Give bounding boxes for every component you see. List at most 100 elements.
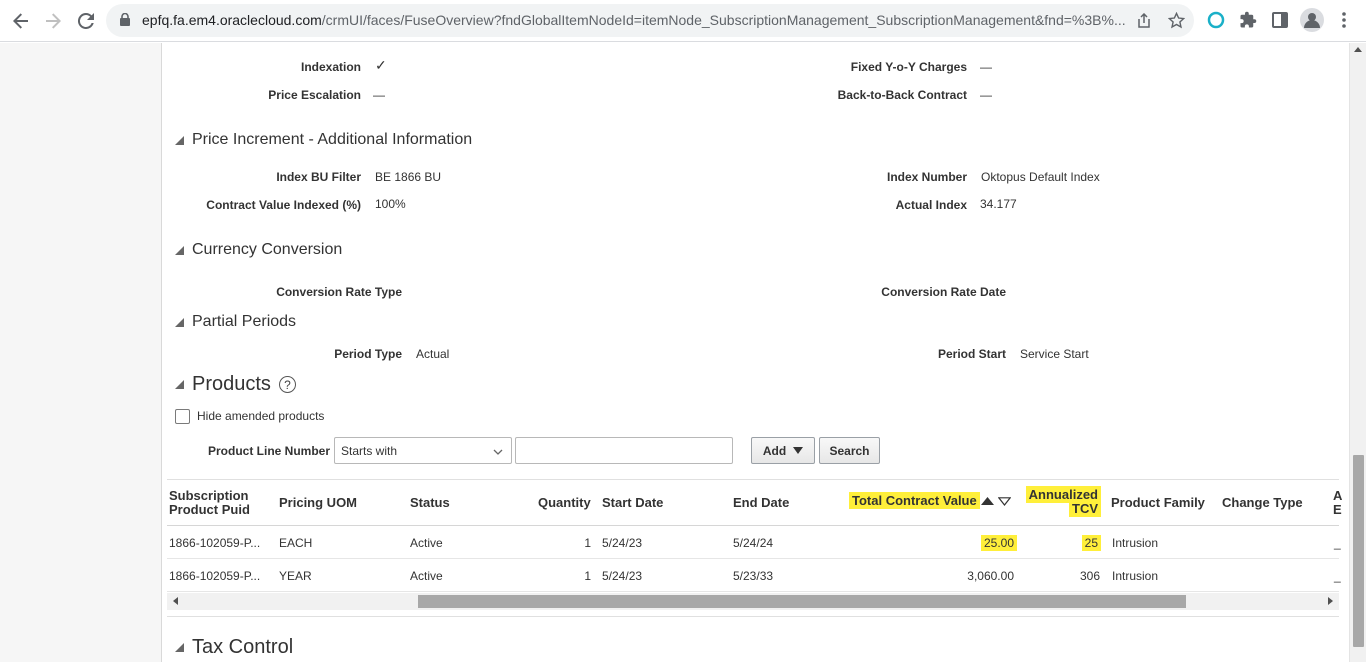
chevron-down-icon [493, 449, 503, 455]
hide-amended-checkbox[interactable] [175, 409, 190, 424]
tax-control-section-header[interactable]: Tax Control [175, 636, 293, 659]
url-path: /crmUI/faces/FuseOverview?fndGlobalItemN… [321, 12, 1126, 28]
cell-tcv-value: 25.00 [980, 535, 1017, 551]
fixed-yoy-value: — [980, 60, 992, 74]
col-change-type[interactable]: Change Type [1222, 496, 1303, 510]
extensions-puzzle-icon[interactable] [1239, 11, 1257, 29]
help-icon[interactable]: ? [278, 376, 296, 393]
collapse-triangle-icon [175, 643, 184, 652]
table-row[interactable]: 1866-102059-P... YEAR Active 1 5/24/23 5… [167, 559, 1341, 592]
address-bar[interactable]: epfq.fa.em4.oraclecloud.com/crmUI/faces/… [106, 4, 1194, 37]
cell-status: Active [410, 536, 443, 550]
cell-annualized-value: 25 [1081, 535, 1101, 551]
conversion-rate-date-label: Conversion Rate Date [881, 285, 1006, 299]
period-type-value: Actual [416, 347, 450, 361]
index-number-label: Index Number [886, 170, 967, 184]
search-button[interactable]: Search [819, 437, 880, 464]
kebab-menu-icon[interactable] [1336, 11, 1352, 29]
product-line-number-label: Product Line Number [207, 444, 330, 458]
extension-circle-icon[interactable] [1207, 11, 1225, 29]
reload-icon [78, 13, 94, 29]
col-subscription-product-puid[interactable]: Subscription Product Puid [169, 489, 250, 517]
price-escalation-value: — [373, 88, 385, 102]
col-header-line: Product Puid [169, 502, 250, 517]
col-quantity[interactable]: Quantity [538, 496, 591, 510]
dropdown-arrow-icon [793, 446, 804, 454]
contract-value-indexed-value: 100% [375, 197, 406, 211]
col-start-date[interactable]: Start Date [602, 496, 663, 510]
add-button-label: Add [762, 443, 787, 458]
search-button-label: Search [829, 443, 870, 458]
cell-start-date: 5/24/23 [602, 569, 643, 583]
cell-uom: EACH [279, 536, 313, 550]
collapse-triangle-icon [175, 245, 184, 255]
cell-puid: 1866-102059-P... [169, 569, 261, 583]
table-row[interactable]: 1866-102059-P... EACH Active 1 5/24/23 5… [167, 526, 1341, 559]
cell-uom: YEAR [279, 569, 312, 583]
sort-ascending-icon[interactable] [981, 497, 995, 506]
col-status[interactable]: Status [410, 496, 450, 510]
currency-conversion-title: Currency Conversion [192, 241, 343, 258]
tax-control-title: Tax Control [192, 636, 294, 658]
cell-annualized-tcv: 306 [1079, 569, 1100, 583]
horizontal-scroll-thumb[interactable] [418, 595, 1186, 608]
profile-avatar-icon[interactable] [1300, 8, 1324, 32]
url-text: epfq.fa.em4.oraclecloud.com/crmUI/faces/… [142, 12, 1132, 28]
col-truncated[interactable]: A E [1333, 489, 1342, 517]
bookmark-star-icon[interactable] [1168, 12, 1185, 29]
side-panel-icon[interactable] [1271, 11, 1289, 29]
sort-descending-icon[interactable] [997, 497, 1012, 507]
back-button[interactable] [7, 7, 35, 35]
price-increment-title: Price Increment - Additional Information [192, 131, 473, 148]
partial-periods-section-header[interactable]: Partial Periods [175, 313, 296, 331]
col-header-line: Subscription [169, 488, 249, 503]
left-panel [0, 43, 162, 662]
cell-truncated: _ [1334, 569, 1341, 583]
add-button[interactable]: Add [751, 437, 815, 464]
cell-puid: 1866-102059-P... [169, 536, 261, 550]
index-bu-filter-value: BE 1866 BU [375, 170, 442, 184]
reload-button[interactable] [72, 7, 100, 35]
index-bu-filter-label: Index BU Filter [276, 170, 361, 184]
url-host: epfq.fa.em4.oraclecloud.com [142, 12, 322, 28]
horizontal-scrollbar[interactable] [167, 593, 1339, 610]
col-total-contract-value[interactable]: Total Contract Value [849, 492, 1012, 509]
cell-truncated: _ [1334, 536, 1341, 550]
products-title: Products [192, 373, 271, 395]
cell-quantity: 1 [584, 536, 591, 550]
forward-arrow-icon [46, 13, 61, 29]
period-start-label: Period Start [937, 347, 1006, 361]
share-icon[interactable] [1136, 13, 1152, 29]
operator-select[interactable]: Starts with [334, 437, 512, 464]
browser-toolbar: epfq.fa.em4.oraclecloud.com/crmUI/faces/… [0, 0, 1366, 42]
indexation-check-icon: ✓ [375, 57, 387, 73]
scroll-right-arrow-icon[interactable] [1328, 597, 1333, 605]
cell-start-date: 5/24/23 [602, 536, 643, 550]
currency-conversion-section-header[interactable]: Currency Conversion [175, 241, 342, 259]
cell-product-family: Intrusion [1112, 536, 1159, 550]
price-increment-section-header[interactable]: Price Increment - Additional Information [175, 131, 472, 149]
scroll-up-arrow-icon[interactable] [1354, 47, 1362, 52]
col-annualized-tcv[interactable]: Annualized TCV [1025, 486, 1101, 517]
forward-button[interactable] [39, 7, 67, 35]
lock-icon [120, 13, 130, 26]
col-header-line: A [1333, 488, 1343, 503]
products-section-header[interactable]: Products ? [175, 373, 296, 396]
product-line-number-input[interactable] [515, 437, 733, 464]
col-pricing-uom[interactable]: Pricing UOM [279, 496, 357, 510]
vertical-scrollbar[interactable] [1349, 43, 1366, 662]
back-to-back-value: — [980, 88, 992, 102]
operator-select-value: Starts with [341, 444, 398, 458]
cell-tcv: 3,060.00 [967, 569, 1014, 583]
col-product-family[interactable]: Product Family [1111, 496, 1205, 510]
indexation-label: Indexation [300, 60, 361, 74]
cell-annualized-tcv: 25 [1025, 535, 1101, 551]
col-end-date[interactable]: End Date [733, 496, 789, 510]
collapse-triangle-icon [175, 135, 184, 145]
cell-quantity: 1 [584, 569, 591, 583]
section-divider [167, 616, 1339, 617]
scroll-thumb[interactable] [1353, 455, 1364, 647]
scroll-left-arrow-icon[interactable] [173, 597, 178, 605]
contract-value-indexed-label: Contract Value Indexed (%) [206, 198, 361, 212]
table-header: Subscription Product Puid Pricing UOM St… [167, 479, 1342, 526]
